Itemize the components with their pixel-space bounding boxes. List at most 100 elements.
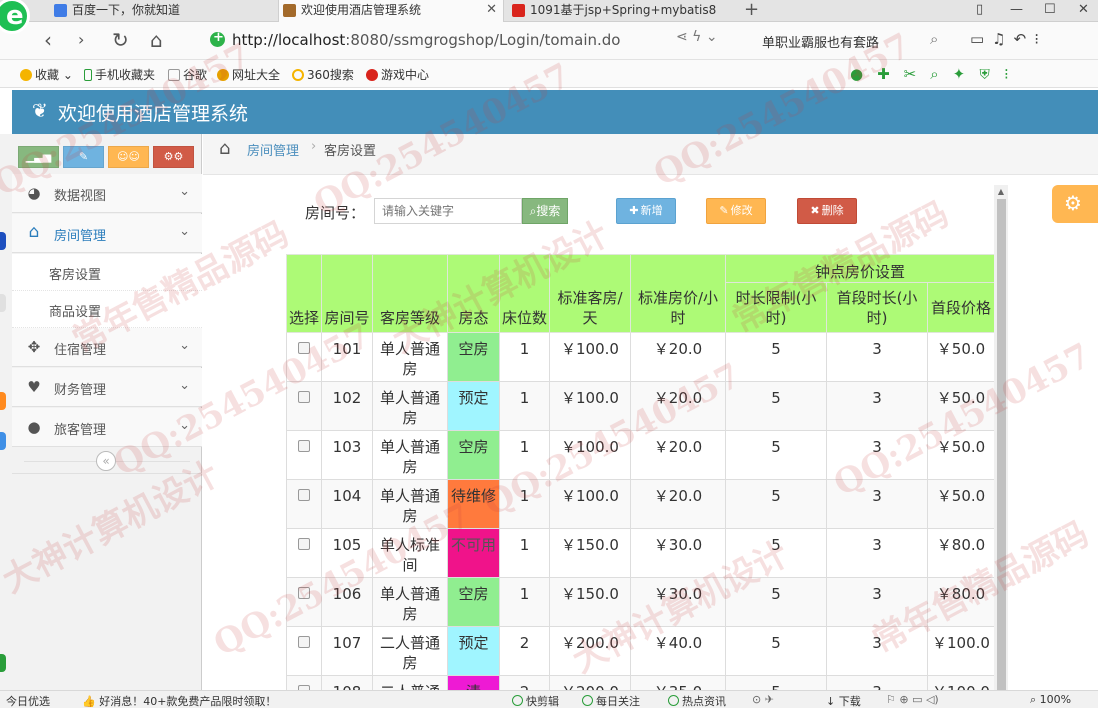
settings-button[interactable]: ⚙: [1052, 185, 1098, 223]
col-group-hourly-settings: 钟点房价设置: [725, 254, 995, 283]
row-checkbox[interactable]: [298, 440, 310, 452]
row-select[interactable]: [286, 430, 322, 480]
chevron-down-icon: ⌄: [179, 338, 190, 353]
pencil-shortcut-button[interactable]: ✎: [63, 146, 104, 168]
home-icon[interactable]: ⌂: [219, 138, 230, 159]
table-row[interactable]: 107 二人普通房 预定 2 ￥200.0 ￥40.0 5 3 ￥100.0: [286, 626, 995, 676]
window-minimize-button[interactable]: —: [1010, 0, 1023, 20]
cell-beds: 1: [499, 577, 550, 627]
play-icon: [582, 695, 593, 706]
game-icon: [366, 69, 378, 81]
table-row[interactable]: 106 单人普通房 空房 1 ￥150.0 ￥30.0 5 3 ￥80.0: [286, 577, 995, 627]
bookmark-google[interactable]: 谷歌: [168, 66, 207, 83]
col-header-day-price: 标准客房/天: [549, 254, 631, 333]
toolbar-extension-icons[interactable]: ▭♫↶⁝: [970, 30, 1047, 48]
row-checkbox[interactable]: [298, 391, 310, 403]
delete-button[interactable]: ✖ 删除: [797, 198, 857, 224]
sidebar-item-lodging-management[interactable]: ✥ 住宿管理 ⌄: [12, 328, 202, 367]
sidebar-subitem-room-settings[interactable]: 客房设置: [12, 254, 202, 291]
refresh-icon[interactable]: ↻: [112, 28, 129, 52]
cogs-shortcut-button[interactable]: ⚙⚙: [153, 146, 194, 168]
status-item-label: 快剪辑: [526, 695, 559, 708]
users-shortcut-button[interactable]: ☺☺: [108, 146, 149, 168]
sidebar-subitem-label: 商品设置: [49, 305, 102, 320]
row-select[interactable]: [286, 479, 322, 529]
status-promo[interactable]: 👍 好消息！40+款免费产品限时领取！: [82, 693, 276, 708]
chevron-right-icon: ›: [311, 139, 317, 154]
search-icon[interactable]: ⌕: [930, 30, 938, 48]
app-title[interactable]: 欢迎使用酒店管理系统: [58, 99, 248, 126]
side-app-icon[interactable]: [0, 232, 6, 250]
row-checkbox[interactable]: [298, 636, 310, 648]
sidebar-item-guest-management[interactable]: ● 旅客管理 ⌄: [12, 408, 202, 447]
table-row[interactable]: 101 单人普通房 空房 1 ￥100.0 ￥20.0 5 3 ￥50.0: [286, 332, 995, 382]
row-select[interactable]: [286, 332, 322, 382]
sidebar-item-room-management[interactable]: ⌂ 房间管理 ⌄: [12, 214, 202, 253]
bookmark-hao[interactable]: 网址大全: [217, 66, 280, 83]
col-header-level: 客房等级: [372, 254, 448, 333]
content-scrollbar[interactable]: ▲: [994, 185, 1008, 690]
status-daily-focus[interactable]: 每日关注: [582, 693, 640, 708]
search-suggestion[interactable]: 单职业霸服也有套路: [762, 32, 879, 51]
bookmark-mobile[interactable]: 手机收藏夹: [84, 66, 155, 83]
side-app-icon[interactable]: [0, 432, 6, 450]
table-row[interactable]: 102 单人普通房 预定 1 ￥100.0 ￥20.0 5 3 ￥50.0: [286, 381, 995, 431]
tab-close-icon[interactable]: ✕: [486, 0, 497, 20]
side-app-icon[interactable]: [0, 294, 6, 312]
row-select[interactable]: [286, 528, 322, 578]
row-checkbox[interactable]: [298, 587, 310, 599]
cell-first-price: ￥50.0: [927, 479, 995, 529]
url-input[interactable]: http://localhost:8080/ssmgrogshop/Login/…: [202, 28, 742, 54]
extension-icons[interactable]: ●✚✂⌕✦⛨⁝: [850, 65, 1023, 83]
search-button[interactable]: ⌕搜索: [522, 198, 568, 224]
browser-tab-hotel[interactable]: 欢迎使用酒店管理系统 ✕: [278, 0, 504, 22]
collapse-sidebar-button[interactable]: «: [96, 451, 116, 471]
row-checkbox[interactable]: [298, 342, 310, 354]
window-maximize-button[interactable]: ☐: [1044, 0, 1056, 20]
bookmarks-bar: 收藏 ⌄ 手机收藏夹 谷歌 网址大全 360搜索 游戏中心 ●✚✂⌕✦⛨⁝: [0, 60, 1098, 88]
browser-tab-project[interactable]: 1091基于jsp+Spring+mybatis8: [508, 0, 740, 22]
row-checkbox[interactable]: [298, 489, 310, 501]
cell-first-duration: 3: [826, 528, 928, 578]
edit-button[interactable]: ✎ 修改: [706, 198, 766, 224]
breadcrumb-parent-link[interactable]: 房间管理: [247, 140, 299, 159]
window-close-button[interactable]: ✕: [1078, 0, 1089, 20]
back-icon[interactable]: ‹: [44, 28, 52, 52]
row-select[interactable]: [286, 626, 322, 676]
side-app-icon[interactable]: [0, 654, 6, 672]
status-tool-icons[interactable]: ⊙ ✈: [752, 693, 774, 706]
signal-shortcut-button[interactable]: ▁▃▅: [18, 146, 59, 168]
table-row[interactable]: 104 单人普通房 待维修 1 ￥100.0 ￥20.0 5 3 ￥50.0: [286, 479, 995, 529]
window-menu-icon[interactable]: ▯: [976, 0, 983, 20]
search-input[interactable]: [374, 198, 522, 224]
side-app-icon[interactable]: [0, 392, 6, 410]
table-row[interactable]: 103 单人普通房 空房 1 ￥100.0 ￥20.0 5 3 ￥50.0: [286, 430, 995, 480]
sidebar-subitem-goods-settings[interactable]: 商品设置: [12, 291, 202, 328]
sidebar-item-data-view[interactable]: ◕ 数据视图 ⌄: [12, 174, 202, 213]
home-page-icon[interactable]: ⌂: [150, 28, 163, 52]
status-download[interactable]: ↓ 下载: [826, 693, 861, 708]
bookmark-favorites[interactable]: 收藏 ⌄: [20, 66, 73, 83]
forward-icon[interactable]: ›: [78, 28, 84, 52]
scroll-thumb[interactable]: [997, 199, 1006, 690]
chevron-down-icon: ⌄: [179, 184, 190, 199]
row-select[interactable]: [286, 577, 322, 627]
bookmark-360[interactable]: 360搜索: [292, 66, 354, 83]
add-button[interactable]: ✚ 新增: [616, 198, 676, 224]
row-checkbox[interactable]: [298, 538, 310, 550]
hotel-favicon-icon: [283, 4, 296, 17]
status-hot-news[interactable]: 热点资讯: [668, 693, 726, 708]
sidebar-item-finance-management[interactable]: ♥ 财务管理 ⌄: [12, 368, 202, 407]
table-row[interactable]: 105 单人标准间 不可用 1 ￥150.0 ￥30.0 5 3 ￥80.0: [286, 528, 995, 578]
row-select[interactable]: [286, 381, 322, 431]
zoom-value: 100%: [1039, 693, 1072, 706]
zoom-level[interactable]: ⌕ 100%: [1030, 693, 1071, 707]
browser-tab-baidu[interactable]: 百度一下，你就知道: [50, 0, 272, 22]
status-misc-icons[interactable]: ⚐ ⊕ ▭ ◁): [886, 693, 939, 706]
status-daily-picks[interactable]: 今日优选: [6, 693, 50, 708]
scroll-up-icon[interactable]: ▲: [994, 187, 1008, 196]
status-quick-edit[interactable]: 快剪辑: [512, 693, 559, 708]
share-lightning-icons[interactable]: ⋖ ϟ ⌄: [676, 29, 718, 45]
new-tab-button[interactable]: +: [744, 0, 759, 20]
bookmark-games[interactable]: 游戏中心: [366, 66, 429, 83]
